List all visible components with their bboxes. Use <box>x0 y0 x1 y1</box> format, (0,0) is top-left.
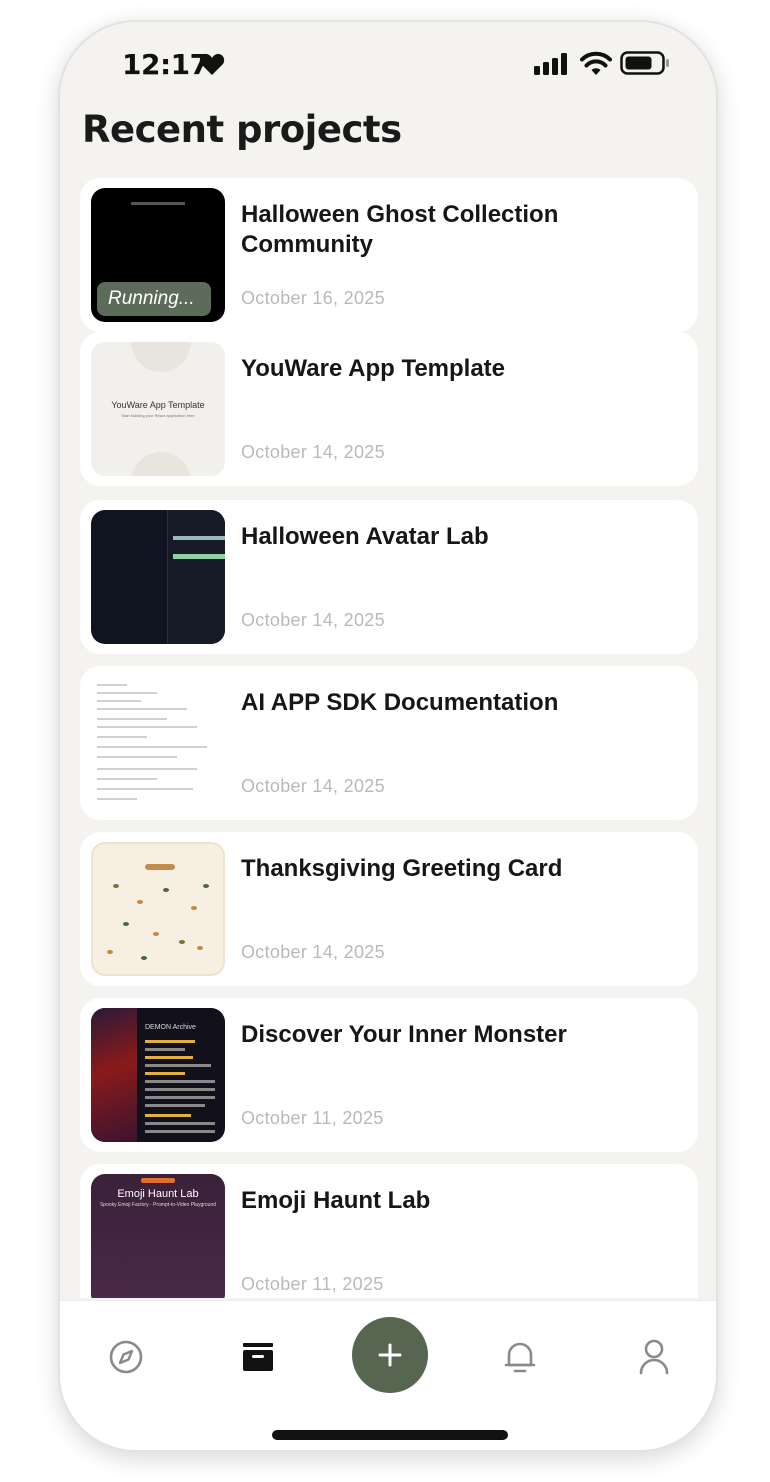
thumbnail-subtitle: Spooky Emoji Factory · Prompt-to-Video P… <box>99 1202 217 1208</box>
compass-icon[interactable] <box>106 1337 146 1377</box>
project-thumbnail <box>91 676 225 810</box>
project-card[interactable]: DEMON Archive Discover Your Inner Monste… <box>80 998 698 1152</box>
project-title: YouWare App Template <box>241 355 506 382</box>
project-thumbnail: DEMON Archive <box>91 1008 225 1142</box>
project-date: October 16, 2025 <box>241 288 385 308</box>
create-project-button[interactable] <box>352 1317 428 1393</box>
plus-icon <box>378 1343 402 1367</box>
battery-icon <box>620 51 669 75</box>
project-thumbnail <box>91 842 225 976</box>
project-title: Halloween Ghost Collection Community <box>241 201 559 258</box>
project-date: October 14, 2025 <box>241 942 385 962</box>
project-title: Thanksgiving Greeting Card <box>241 855 563 882</box>
page-title: Recent projects <box>82 108 402 151</box>
project-thumbnail: YouWare App Template Start building your… <box>91 342 225 476</box>
project-thumbnail <box>91 510 225 644</box>
project-list[interactable]: Running... Halloween Ghost Collection Co… <box>80 178 698 1298</box>
project-thumbnail: Running... <box>91 188 225 322</box>
wifi-icon <box>580 51 612 75</box>
project-date: October 11, 2025 <box>241 1274 384 1294</box>
project-card[interactable]: Running... Halloween Ghost Collection Co… <box>80 178 698 332</box>
project-title: Emoji Haunt Lab <box>241 1187 431 1214</box>
phone-frame: 12:17 Recent projects Running... Hallowe… <box>58 20 718 1452</box>
project-card[interactable]: Halloween Avatar Lab October 14, 2025 <box>80 500 698 654</box>
project-thumbnail: Emoji Haunt Lab Spooky Emoji Factory · P… <box>91 1174 225 1298</box>
project-date: October 14, 2025 <box>241 610 385 630</box>
signal-icon <box>534 53 567 75</box>
project-card[interactable]: Emoji Haunt Lab Spooky Emoji Factory · P… <box>80 1164 698 1298</box>
home-indicator[interactable] <box>272 1430 508 1440</box>
projects-icon[interactable] <box>238 1337 278 1377</box>
status-time: 12:17 <box>122 48 209 81</box>
project-date: October 11, 2025 <box>241 1108 384 1128</box>
project-card[interactable]: AI APP SDK Documentation October 14, 202… <box>80 666 698 820</box>
running-badge: Running... <box>97 282 211 316</box>
project-card[interactable]: YouWare App Template Start building your… <box>80 332 698 486</box>
project-date: October 14, 2025 <box>241 776 385 796</box>
project-title: AI APP SDK Documentation <box>241 689 559 716</box>
project-card[interactable]: Thanksgiving Greeting Card October 14, 2… <box>80 832 698 986</box>
project-title: Discover Your Inner Monster <box>241 1021 567 1048</box>
project-title: Halloween Avatar Lab <box>241 523 489 550</box>
thumbnail-subtitle: Start building your React application he… <box>121 413 195 418</box>
thumbnail-title: Emoji Haunt Lab <box>117 1188 199 1200</box>
heart-icon <box>199 53 225 75</box>
bell-icon[interactable] <box>500 1337 540 1377</box>
thumbnail-heading: DEMON Archive <box>145 1024 196 1031</box>
thumbnail-title: YouWare App Template <box>111 400 205 410</box>
profile-icon[interactable] <box>634 1337 674 1377</box>
project-date: October 14, 2025 <box>241 442 385 462</box>
